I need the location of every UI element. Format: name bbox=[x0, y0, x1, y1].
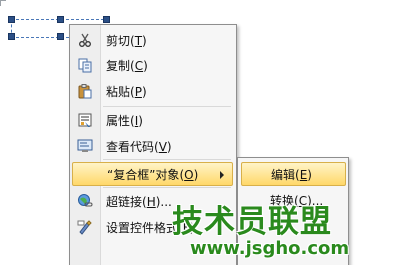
menu-item-label: 属性(I) bbox=[106, 114, 143, 128]
menu-separator bbox=[103, 159, 231, 160]
submenu-item-edit[interactable]: 编辑(E) bbox=[241, 162, 346, 186]
menu-item-combobox-object[interactable]: “复合框”对象(O) bbox=[72, 162, 233, 186]
cell-corner-mark bbox=[0, 0, 6, 6]
submenu-item-label: 编辑(E) bbox=[271, 168, 312, 182]
submenu-arrow-icon bbox=[220, 171, 224, 179]
menu-item-paste[interactable]: 粘贴(P) bbox=[70, 80, 236, 102]
paste-icon bbox=[78, 84, 92, 99]
menu-separator bbox=[103, 187, 231, 188]
resize-handle-bottom-left[interactable] bbox=[8, 33, 15, 40]
menu-item-label: 查看代码(V) bbox=[106, 140, 172, 154]
resize-handle-top-right[interactable] bbox=[103, 16, 110, 23]
menu-item-copy[interactable]: 复制(C) bbox=[70, 54, 236, 76]
menu-item-label: 超链接(H)... bbox=[106, 195, 172, 209]
menu-item-properties[interactable]: 属性(I) bbox=[70, 109, 236, 131]
menu-item-label: 复制(C) bbox=[106, 59, 148, 73]
resize-handle-top-center[interactable] bbox=[57, 16, 64, 23]
copy-icon bbox=[78, 58, 92, 73]
worksheet-canvas: 剪切(T) 复制(C) 粘贴(P) 属性(I) 查看代码(V) “复合框”对象(… bbox=[0, 0, 403, 265]
menu-item-label: 剪切(T) bbox=[106, 34, 147, 48]
menu-separator bbox=[103, 106, 231, 107]
resize-handle-bottom-center[interactable] bbox=[57, 33, 64, 40]
menu-item-view-code[interactable]: 查看代码(V) bbox=[70, 135, 236, 157]
menu-item-label: 粘贴(P) bbox=[106, 85, 147, 99]
view-code-icon bbox=[77, 139, 93, 152]
scissors-icon bbox=[79, 33, 91, 47]
properties-icon bbox=[78, 113, 92, 127]
menu-item-label: “复合框”对象(O) bbox=[107, 168, 199, 182]
menu-item-cut[interactable]: 剪切(T) bbox=[70, 29, 236, 51]
hyperlink-icon bbox=[78, 194, 93, 207]
watermark-title: 技术员联盟 bbox=[172, 204, 332, 240]
resize-handle-top-left[interactable] bbox=[8, 16, 15, 23]
watermark-url: www.jsgho.com bbox=[190, 238, 350, 259]
format-control-icon bbox=[77, 220, 92, 235]
